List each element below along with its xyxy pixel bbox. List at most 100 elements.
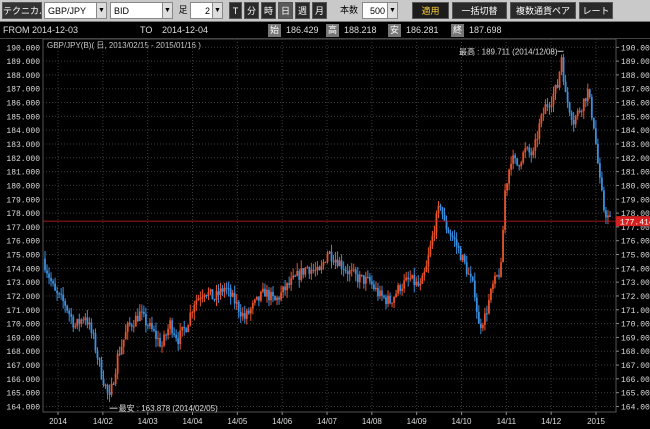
candle-body — [379, 290, 381, 297]
candle-body — [100, 359, 103, 379]
candle-body — [399, 285, 402, 291]
price-chart[interactable]: GBP/JPY(B)( 日, 2013/02/15 - 2015/01/16 )… — [0, 39, 650, 429]
open-label: 始 — [268, 24, 281, 37]
candle-body — [574, 116, 577, 125]
candle-body — [322, 262, 325, 266]
x-tick-label: 14/08 — [362, 417, 383, 426]
x-tick-label: 14/02 — [93, 417, 114, 426]
chevron-down-icon[interactable]: ▼ — [212, 3, 222, 18]
candle-body — [431, 235, 434, 246]
candle-body — [274, 296, 276, 301]
candle-body — [605, 210, 607, 218]
multi-pair-button[interactable]: 複数通貨ペア — [510, 2, 576, 19]
period-minute-button[interactable]: 分 — [244, 2, 259, 19]
period-hour-button[interactable]: 時 — [261, 2, 276, 19]
rate-button[interactable]: レート — [579, 2, 613, 19]
candle-body — [223, 287, 226, 292]
period-day-button[interactable]: 日 — [278, 2, 293, 19]
chevron-down-icon[interactable]: ▼ — [162, 3, 172, 18]
y-tick-label: 175.000 — [621, 252, 650, 261]
candle-body — [479, 323, 482, 328]
candle-body — [494, 275, 496, 284]
candle-body — [526, 147, 529, 149]
candle-body — [441, 207, 444, 215]
candle-body — [413, 274, 416, 286]
period-week-button[interactable]: 週 — [295, 2, 310, 19]
candle-body — [219, 288, 222, 296]
candle-body — [437, 205, 440, 214]
x-tick-label: 14/09 — [407, 417, 428, 426]
candle-body — [522, 152, 525, 163]
candle-body — [201, 296, 204, 299]
timeframe-select[interactable]: 2 ▼ — [190, 2, 223, 19]
candle-body — [209, 289, 212, 292]
candle-body — [391, 302, 393, 304]
candle-body — [96, 350, 99, 359]
chevron-down-icon[interactable]: ▼ — [96, 3, 106, 18]
bulk-switch-button[interactable]: 一括切替 — [452, 2, 507, 19]
candle-body — [237, 301, 240, 312]
candle-body — [336, 259, 339, 267]
candle-body — [231, 292, 234, 297]
candle-body — [425, 265, 428, 272]
candle-body — [76, 319, 79, 327]
candle-body — [530, 152, 533, 156]
candle-body — [433, 232, 436, 236]
x-tick-label: 14/12 — [541, 417, 562, 426]
candle-body — [375, 287, 377, 290]
candle-body — [350, 269, 353, 271]
apply-button[interactable]: 適用 — [412, 2, 449, 19]
candle-body — [373, 284, 375, 290]
candle-body — [467, 273, 470, 275]
candle-body — [463, 255, 466, 263]
chevron-down-icon[interactable]: ▼ — [387, 3, 397, 18]
candle-body — [598, 163, 601, 178]
y-tick-label: 187.000 — [621, 86, 650, 95]
candle-body — [205, 295, 208, 297]
candle-body — [451, 235, 454, 238]
side-select[interactable]: BID ▼ — [110, 2, 173, 19]
candle-body — [381, 290, 383, 296]
candle-body — [197, 298, 200, 301]
candle-body — [534, 139, 537, 151]
candle-body — [544, 104, 547, 114]
candle-body — [149, 322, 151, 327]
y-tick-label: 168.000 — [621, 348, 650, 357]
candle-body — [564, 81, 567, 92]
candle-body — [68, 310, 71, 314]
from-label: FROM — [3, 25, 30, 35]
y-tick-label: 170.000 — [621, 321, 650, 330]
candle-body — [239, 311, 242, 317]
candle-body — [366, 276, 369, 278]
candle-body — [596, 143, 599, 164]
y-tick-label: 167.000 — [621, 362, 650, 371]
candle-body — [124, 331, 127, 340]
candle-body — [165, 334, 167, 336]
candle-body — [532, 150, 535, 156]
candle-body — [324, 261, 327, 263]
candle-body — [344, 269, 347, 272]
candle-body — [421, 275, 424, 284]
x-tick-label: 2015 — [587, 417, 605, 426]
candle-body — [540, 114, 543, 124]
candle-body — [445, 220, 448, 230]
y-tick-label: 186.000 — [621, 100, 650, 109]
candle-body — [94, 333, 97, 351]
to-label: TO — [140, 25, 153, 35]
candle-body — [84, 317, 87, 321]
y-tick-label: 172.000 — [621, 293, 650, 302]
y-tick-label: 183.000 — [621, 141, 650, 150]
technical-tab[interactable]: テクニカル — [2, 2, 42, 19]
period-t-button[interactable]: T — [229, 2, 242, 19]
pair-select[interactable]: GBP/JPY ▼ — [44, 2, 107, 19]
candle-body — [370, 281, 373, 285]
candle-body — [326, 253, 329, 262]
candle-body — [140, 311, 143, 313]
candle-body — [588, 89, 591, 98]
bars-input[interactable]: 500 ▼ — [362, 2, 398, 19]
candle-body — [580, 111, 583, 113]
candle-body — [520, 162, 523, 167]
y-tick-label: 182.000 — [621, 155, 650, 164]
period-month-button[interactable]: 月 — [312, 2, 327, 19]
y-tick-label: 167.000 — [6, 362, 40, 371]
